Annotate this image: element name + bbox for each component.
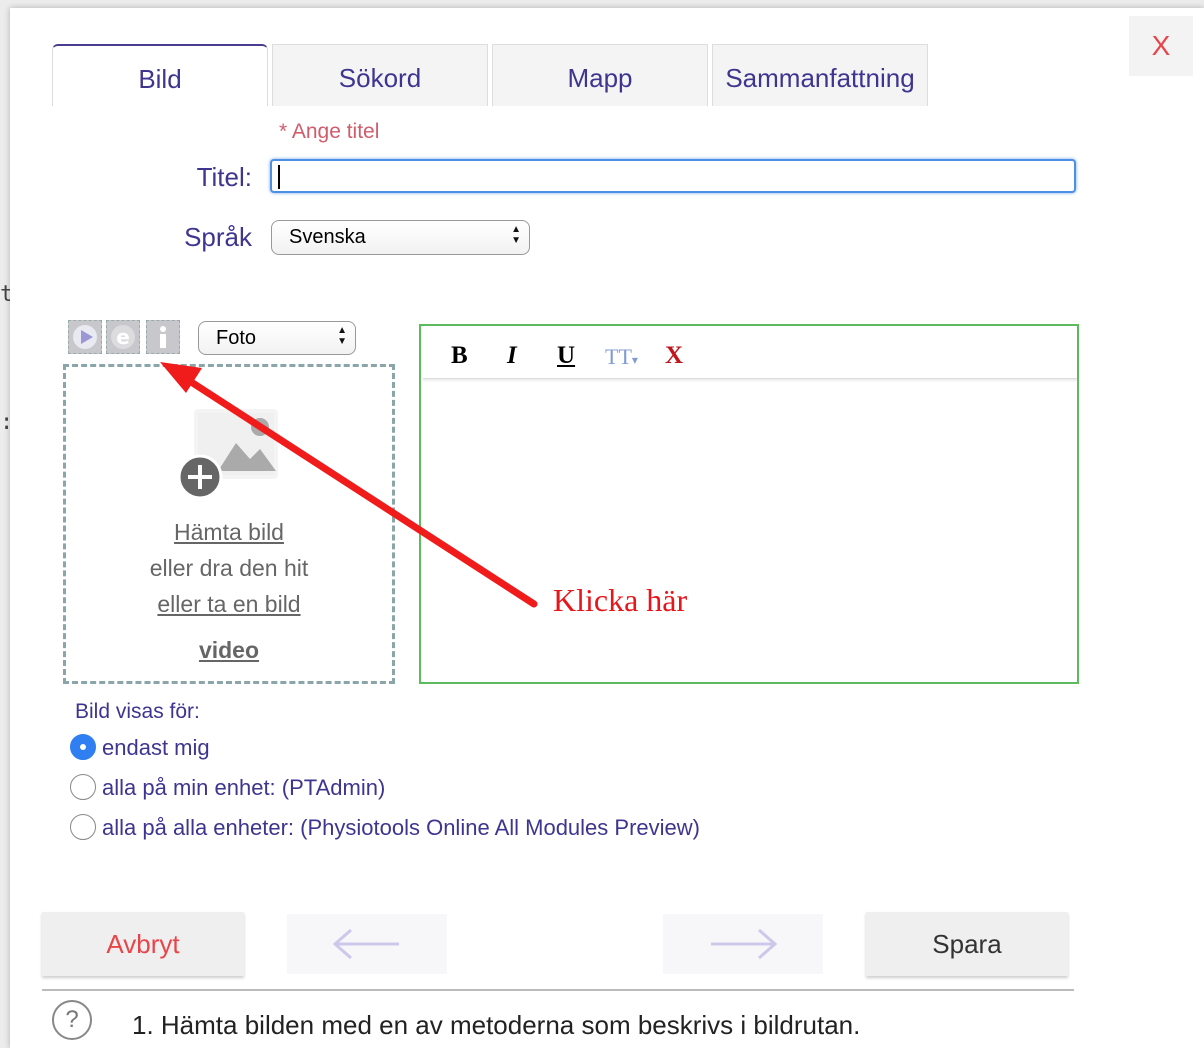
annotation-text: Klicka här bbox=[553, 582, 688, 618]
annotation-arrow-icon bbox=[160, 362, 538, 608]
